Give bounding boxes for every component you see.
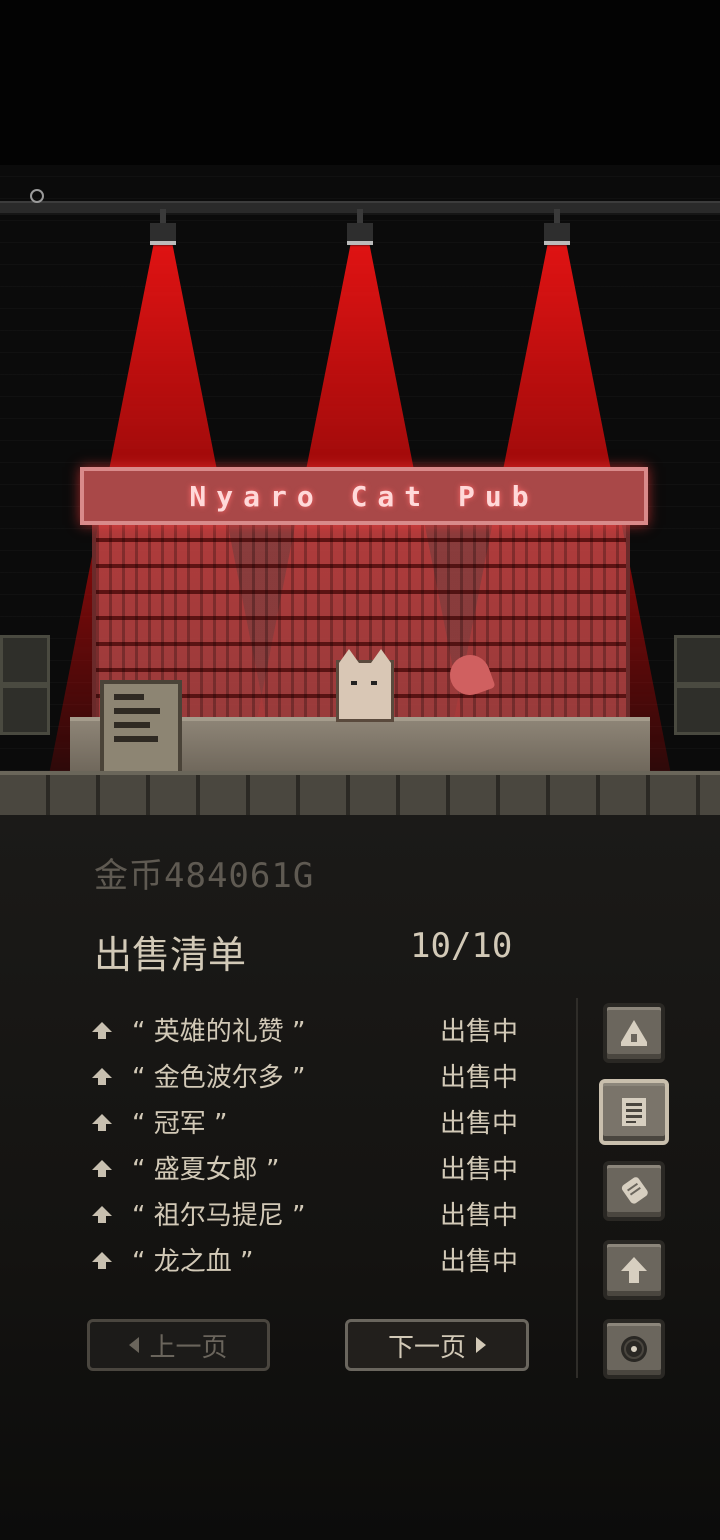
item-status: 出售中 (440, 1063, 519, 1093)
prev-page-button[interactable]: 上一页 (87, 1319, 270, 1371)
chevron-right-icon (476, 1337, 486, 1353)
sell-list-count: 10/10 (410, 926, 513, 966)
record-icon (621, 1336, 647, 1362)
crate (674, 635, 720, 685)
side-tab-record[interactable] (603, 1319, 665, 1379)
prev-page-label: 上一页 (149, 1332, 228, 1363)
spotlight-lamp-icon (347, 209, 373, 245)
crate (0, 635, 50, 685)
up-arrow-icon (92, 1252, 112, 1269)
list-item[interactable]: “ 金色波尔多 ” 出售中 (92, 1054, 542, 1100)
up-arrow-icon (92, 1068, 112, 1085)
list-item[interactable]: “ 盛夏女郎 ” 出售中 (92, 1146, 542, 1192)
item-name: “ 金色波尔多 ” (132, 1063, 306, 1093)
side-tab-bar[interactable] (603, 1003, 665, 1063)
pub-scene: Nyaro Cat Pub (0, 165, 720, 815)
item-status: 出售中 (440, 1247, 519, 1277)
top-blank-area (0, 0, 720, 165)
upgrade-arrow-icon (621, 1257, 647, 1283)
pub-sign-text: Nyaro Cat Pub (189, 479, 539, 513)
item-status: 出售中 (440, 1201, 519, 1231)
spotlight-lamp-icon (150, 209, 176, 245)
list-item[interactable]: “ 龙之血 ” 出售中 (92, 1238, 542, 1284)
item-name: “ 龙之血 ” (132, 1247, 254, 1277)
crate (674, 685, 720, 735)
up-arrow-icon (92, 1114, 112, 1131)
next-page-button[interactable]: 下一页 (345, 1319, 529, 1371)
list-icon (622, 1098, 646, 1126)
item-name: “ 英雄的礼赞 ” (132, 1017, 306, 1047)
up-arrow-icon (92, 1022, 112, 1039)
side-tab-list[interactable] (599, 1079, 669, 1145)
pub-sign: Nyaro Cat Pub (80, 467, 648, 525)
item-name: “ 冠军 ” (132, 1109, 228, 1139)
list-item[interactable]: “ 冠军 ” 出售中 (92, 1100, 542, 1146)
spotlight-lamp-icon (544, 209, 570, 245)
up-arrow-icon (92, 1206, 112, 1223)
chevron-left-icon (129, 1337, 140, 1353)
menu-board[interactable] (100, 680, 182, 778)
up-arrow-icon (92, 1160, 112, 1177)
floor (0, 771, 720, 815)
item-name: “ 盛夏女郎 ” (132, 1155, 280, 1185)
sell-list: “ 英雄的礼赞 ” 出售中 “ 金色波尔多 ” 出售中 “ 冠军 ” 出售中 “… (92, 1008, 542, 1284)
cat-bartender[interactable] (336, 649, 394, 722)
gold-counter: 金币484061G (94, 856, 315, 896)
scroll-icon (621, 1177, 648, 1204)
item-status: 出售中 (440, 1109, 519, 1139)
crate (0, 685, 50, 735)
list-item[interactable]: “ 祖尔马提尼 ” 出售中 (92, 1192, 542, 1238)
sell-list-title: 出售清单 (94, 933, 247, 977)
next-page-label: 下一页 (387, 1332, 466, 1363)
item-status: 出售中 (440, 1017, 519, 1047)
item-status: 出售中 (440, 1155, 519, 1185)
panel-divider (576, 998, 578, 1378)
item-name: “ 祖尔马提尼 ” (132, 1201, 306, 1231)
bar-icon (621, 1020, 647, 1046)
side-tab-upgrade[interactable] (603, 1240, 665, 1300)
side-tab-scroll[interactable] (603, 1161, 665, 1221)
list-item[interactable]: “ 英雄的礼赞 ” 出售中 (92, 1008, 542, 1054)
